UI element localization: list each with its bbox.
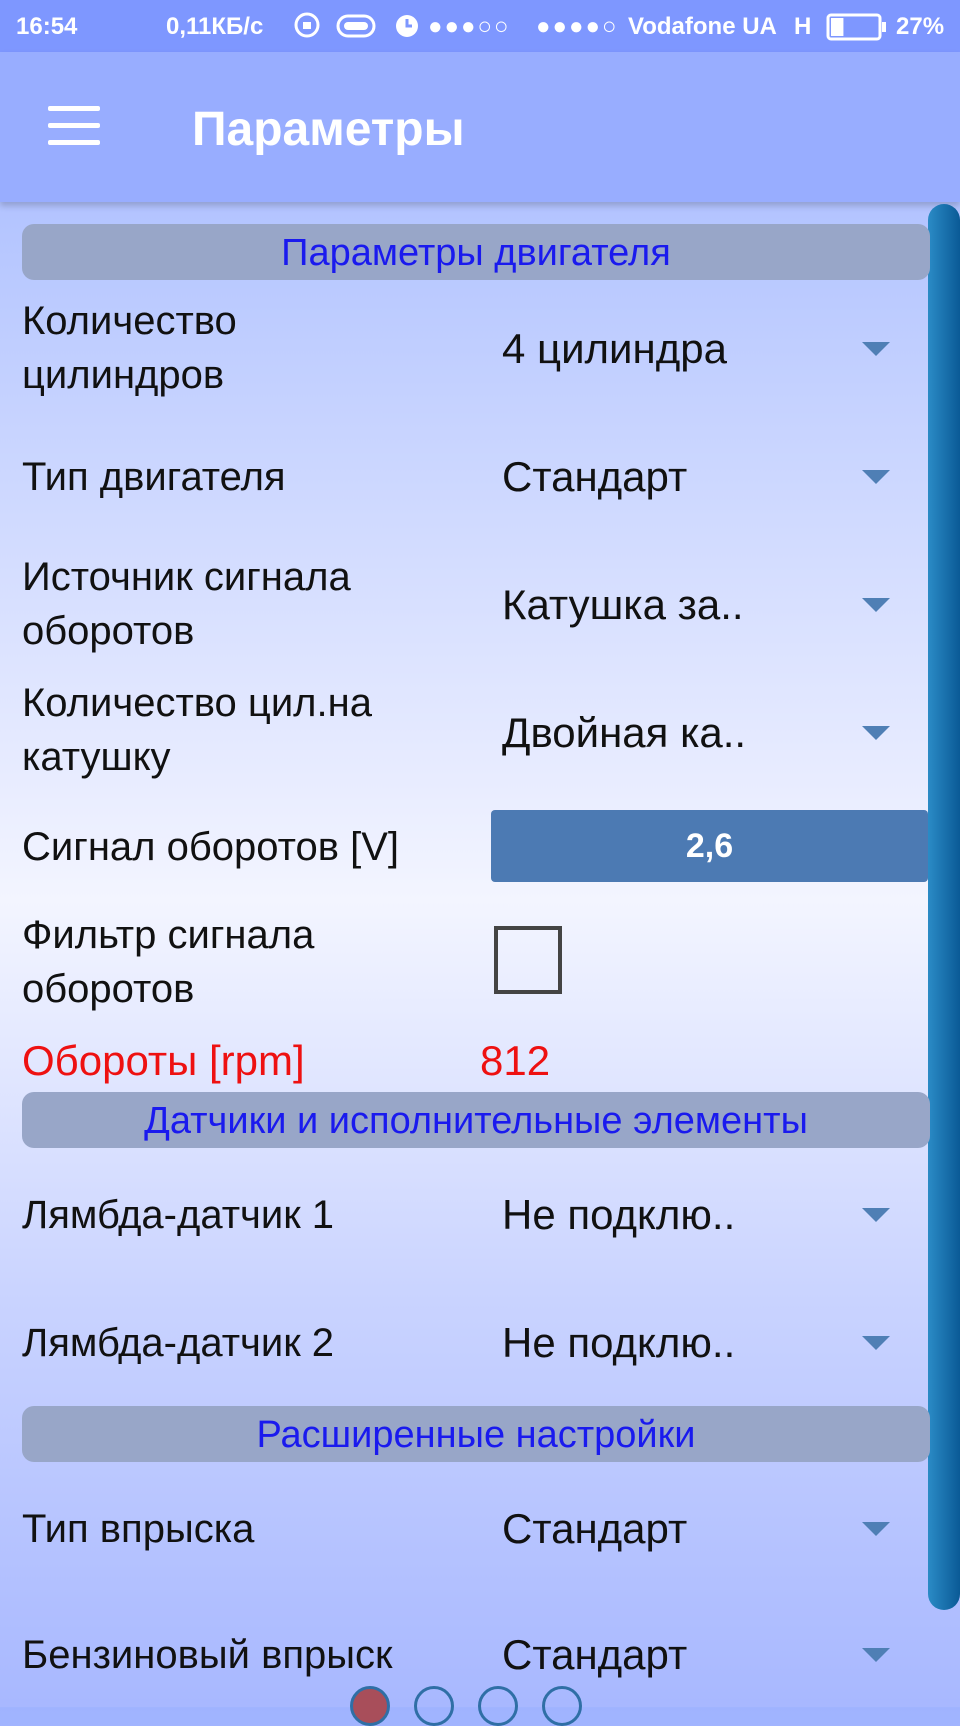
page-dot-2[interactable] [414,1686,454,1726]
page-dot-3[interactable] [478,1686,518,1726]
injection-type-label: Тип впрыска [22,1507,255,1551]
cyl-per-coil-select-value[interactable]: Двойная ка.. [502,706,746,760]
dropdown-arrow-icon[interactable] [862,726,890,740]
dropdown-arrow-icon[interactable] [862,1648,890,1662]
section-header-engine: Параметры двигателя [22,224,930,280]
carrier-name: Vodafone UA [628,13,777,40]
dropdown-arrow-icon[interactable] [862,470,890,484]
section-header-advanced: Расширенные настройки [22,1406,930,1462]
alarm-icon [392,10,422,47]
petrol-injection-label: Бензиновый впрыск [22,1633,393,1677]
menu-icon[interactable] [48,106,100,146]
petrol-injection-select-value[interactable]: Стандарт [502,1628,687,1682]
rpm-source-select-value[interactable]: Катушка за.. [502,578,744,632]
battery-percent: 27% [896,13,945,40]
cylinders-label-line1: Количество [22,299,237,343]
network-type: H [794,13,812,40]
dropdown-arrow-icon[interactable] [862,1336,890,1350]
scrollbar[interactable] [928,204,960,1610]
rpm-signal-input[interactable]: 2,6 [491,810,928,882]
status-time: 16:54 [16,13,78,40]
dropdown-arrow-icon[interactable] [862,342,890,356]
lambda1-label: Лямбда-датчик 1 [22,1193,335,1237]
rpm-signal-label: Сигнал оборотов [V] [22,825,400,869]
cyl-per-coil-label-line2: катушку [22,735,171,779]
dropdown-arrow-icon[interactable] [862,1522,890,1536]
signal-strength-sim1: ●●●○○ [428,13,511,40]
rpm-label: Обороты [rpm] [22,1037,305,1084]
injection-type-select-value[interactable]: Стандарт [502,1502,687,1556]
dropdown-arrow-icon[interactable] [862,598,890,612]
page-dot-1[interactable] [350,1686,390,1726]
rpm-filter-label-line2: оборотов [22,967,195,1011]
engine-type-select-value[interactable]: Стандарт [502,450,687,504]
rotation-lock-icon [292,10,322,47]
rpm-value: 812 [480,1037,551,1084]
cylinders-select-value[interactable]: 4 цилиндра [502,322,727,376]
cylinders-label-line2: цилиндров [22,353,225,397]
page-title: Параметры [192,103,465,156]
signal-strength-sim2: ●●●●○ [536,13,619,40]
status-bar: 16:54 0,11КБ/с ●●●○○ ●●●●○ Vodafone UA H… [0,0,960,52]
page-dot-4[interactable] [542,1686,582,1726]
engine-type-label: Тип двигателя [22,455,286,499]
lambda1-select-value[interactable]: Не подклю.. [502,1188,735,1242]
section-header-sensors: Датчики и исполнительные элементы [22,1092,930,1148]
lambda2-label: Лямбда-датчик 2 [22,1321,335,1365]
rpm-source-label-line2: оборотов [22,609,195,653]
cyl-per-coil-label-line1: Количество цил.на [22,681,372,725]
status-speed: 0,11КБ/с [166,13,264,40]
rpm-filter-label-line1: Фильтр сигнала [22,913,315,957]
dropdown-arrow-icon[interactable] [862,1208,890,1222]
app-bar: Параметры [0,52,960,202]
lambda2-select-value[interactable]: Не подклю.. [502,1316,735,1370]
rpm-filter-checkbox[interactable] [494,926,562,994]
rpm-source-label-line1: Источник сигнала [22,555,351,599]
battery-icon [826,13,888,48]
toggle-icon [336,12,376,47]
